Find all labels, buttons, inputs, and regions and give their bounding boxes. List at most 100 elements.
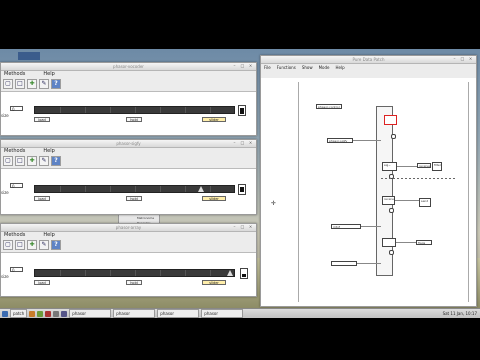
taskbar-item[interactable]: phasor: [113, 309, 156, 318]
pd-object[interactable]: [331, 261, 357, 266]
guide-line: [468, 82, 469, 302]
select-icon[interactable]: ▢: [3, 79, 13, 89]
panel-item[interactable]: Metronome: [137, 216, 154, 220]
maximize-icon[interactable]: □: [240, 141, 245, 145]
menubar: Methods Help: [1, 148, 256, 155]
window-titlebar[interactable]: Pure Data Patch – □ ×: [261, 56, 476, 64]
edit-icon[interactable]: □: [15, 79, 25, 89]
pd-object[interactable]: receive: [382, 196, 395, 205]
edit-icon[interactable]: □: [15, 156, 25, 166]
patch-canvas[interactable]: 0 size load hold slider: [1, 91, 256, 135]
patch-canvas[interactable]: 0 size load hold slider: [1, 168, 256, 214]
help-icon[interactable]: ?: [51, 79, 61, 89]
minimize-icon[interactable]: –: [452, 57, 457, 61]
menu-show[interactable]: Show: [302, 64, 313, 71]
edit-icon[interactable]: □: [15, 240, 25, 250]
menu-help[interactable]: Help: [43, 232, 54, 239]
menu-help[interactable]: Help: [336, 64, 345, 71]
select-icon[interactable]: ▢: [3, 156, 13, 166]
load-button[interactable]: load: [34, 196, 50, 201]
app-icon[interactable]: [53, 310, 60, 317]
pd-object[interactable]: filter: [432, 162, 442, 171]
waveform-peak: [198, 186, 204, 192]
taskbar-item[interactable]: patch: [10, 309, 28, 318]
pd-object[interactable]: flags: [416, 240, 432, 245]
slider-button[interactable]: slider: [202, 280, 226, 285]
number-box[interactable]: 0: [10, 267, 23, 273]
menu-functions[interactable]: Functions: [277, 64, 296, 71]
level-slider[interactable]: [238, 184, 246, 195]
hold-button[interactable]: hold: [126, 117, 142, 122]
close-icon[interactable]: ×: [248, 225, 253, 229]
slider-button[interactable]: slider: [202, 196, 226, 201]
menu-help[interactable]: Help: [43, 71, 54, 78]
load-button[interactable]: load: [34, 117, 50, 122]
window-titlebar[interactable]: phasor-vocoder – □ ×: [1, 63, 256, 71]
phasor-window-2: phasor-sigfy – □ × Methods Help ▢ □ ✚ ✎ …: [0, 139, 257, 215]
taskbar-item[interactable]: phasor: [157, 309, 200, 318]
pd-object[interactable]: [382, 238, 396, 247]
level-slider[interactable]: [240, 268, 248, 279]
patch-canvas[interactable]: phasor-control phasor-sigfy sig~ receive…: [261, 78, 476, 306]
select-icon[interactable]: ▢: [3, 240, 13, 250]
dashed-connection: [381, 178, 456, 179]
pd-object[interactable]: phasor-sigfy: [327, 138, 353, 143]
hold-button[interactable]: hold: [126, 196, 142, 201]
window-titlebar[interactable]: phasor-sigfy – □ ×: [1, 140, 256, 148]
menu-methods[interactable]: Methods: [4, 71, 25, 78]
menu-methods[interactable]: Methods: [4, 232, 25, 239]
menu-mode[interactable]: Mode: [319, 64, 330, 71]
patch-window: Pure Data Patch – □ × File Functions Sho…: [260, 55, 477, 307]
app-icon[interactable]: [37, 310, 44, 317]
pd-object[interactable]: receive: [417, 163, 431, 168]
help-icon[interactable]: ?: [51, 240, 61, 250]
window-titlebar[interactable]: phasor-array – □ ×: [1, 224, 256, 232]
minimize-icon[interactable]: –: [232, 225, 237, 229]
connection: [395, 200, 419, 201]
app-icon[interactable]: [61, 310, 68, 317]
wrench-icon[interactable]: ✎: [39, 79, 49, 89]
load-button[interactable]: load: [34, 280, 50, 285]
array-display[interactable]: [34, 106, 235, 114]
add-icon[interactable]: ✚: [27, 240, 37, 250]
add-icon[interactable]: ✚: [27, 79, 37, 89]
pd-object[interactable]: send: [419, 198, 431, 207]
selected-object[interactable]: [384, 115, 397, 125]
slider-button[interactable]: slider: [202, 117, 226, 122]
connection: [353, 140, 381, 141]
number-box[interactable]: 0: [10, 183, 23, 189]
start-menu-icon[interactable]: [2, 310, 8, 317]
menu-help[interactable]: Help: [43, 148, 54, 155]
outlet: [389, 250, 394, 255]
patch-canvas[interactable]: 0 size load hold slider: [1, 252, 256, 296]
menu-methods[interactable]: Methods: [4, 148, 25, 155]
maximize-icon[interactable]: □: [240, 225, 245, 229]
close-icon[interactable]: ×: [248, 141, 253, 145]
minimize-icon[interactable]: –: [232, 64, 237, 68]
pd-object[interactable]: sig~: [382, 162, 397, 171]
array-display[interactable]: [34, 185, 235, 193]
pd-object[interactable]: phasor-control: [316, 104, 342, 109]
minimize-icon[interactable]: –: [232, 141, 237, 145]
add-icon[interactable]: ✚: [27, 156, 37, 166]
array-display[interactable]: [34, 269, 235, 277]
desktop-icon[interactable]: [18, 52, 40, 60]
menu-file[interactable]: File: [264, 64, 271, 71]
number-box[interactable]: 0: [10, 106, 23, 112]
app-icon[interactable]: [29, 310, 36, 317]
wrench-icon[interactable]: ✎: [39, 240, 49, 250]
close-icon[interactable]: ×: [468, 57, 473, 61]
help-icon[interactable]: ?: [51, 156, 61, 166]
taskbar-item[interactable]: phasor: [69, 309, 112, 318]
wrench-icon[interactable]: ✎: [39, 156, 49, 166]
clock[interactable]: Sat 11 Jan, 10:17: [443, 310, 477, 317]
level-slider[interactable]: [238, 105, 246, 116]
pd-object[interactable]: mtof: [331, 224, 361, 229]
maximize-icon[interactable]: □: [240, 64, 245, 68]
maximize-icon[interactable]: □: [460, 57, 465, 61]
taskbar-item[interactable]: phasor: [201, 309, 244, 318]
app-icon[interactable]: [45, 310, 52, 317]
toolbar: ▢ □ ✚ ✎ ?: [1, 239, 256, 251]
close-icon[interactable]: ×: [248, 64, 253, 68]
hold-button[interactable]: hold: [126, 280, 142, 285]
